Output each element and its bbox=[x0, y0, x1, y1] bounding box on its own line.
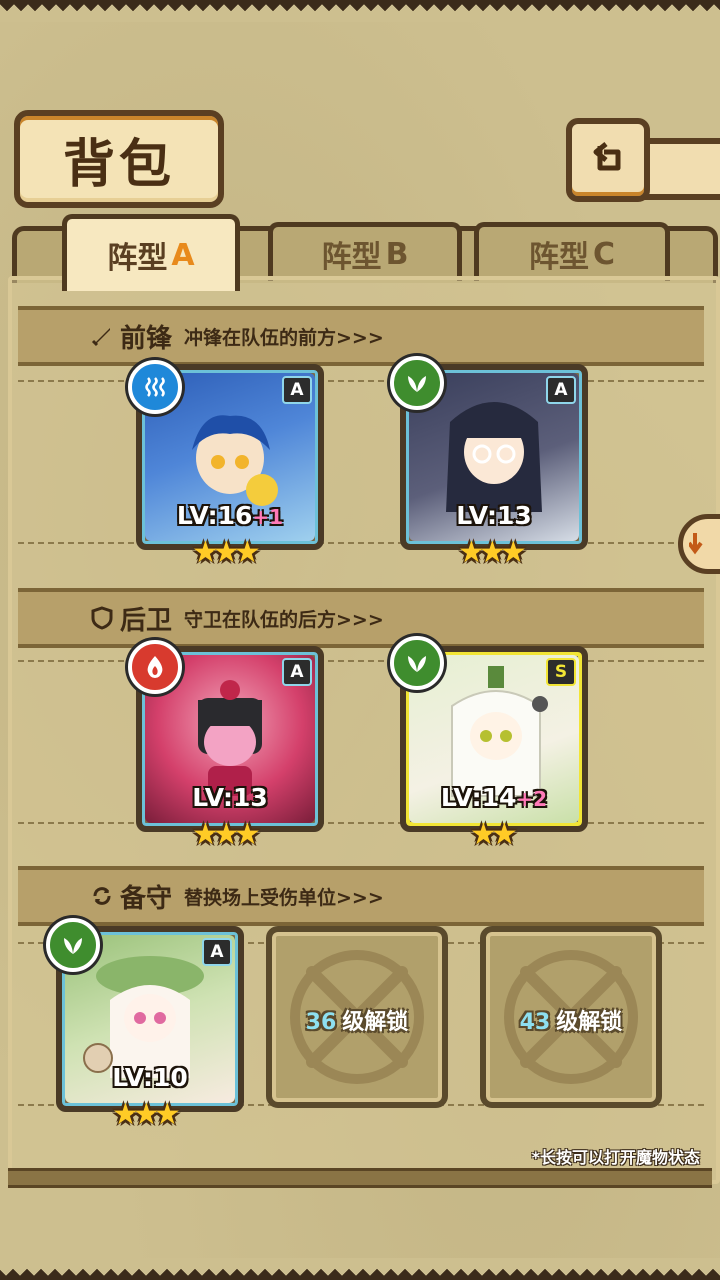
level-value: LV:13 bbox=[456, 501, 532, 530]
unlock-level: 36 bbox=[305, 1010, 337, 1035]
level-bonus: +1 bbox=[252, 505, 284, 529]
torn-edge-top bbox=[0, 0, 720, 22]
title-plate: 背包 bbox=[14, 110, 224, 208]
arrow-icon bbox=[689, 533, 703, 555]
section-subtitle: 守卫在队伍的后方>>> bbox=[184, 608, 384, 631]
tab-formation-a[interactable]: 阵型 A bbox=[62, 214, 240, 291]
back-button[interactable] bbox=[566, 118, 650, 202]
torn-edge-bottom bbox=[0, 1258, 720, 1280]
section-subtitle: 冲锋在队伍的前方>>> bbox=[184, 326, 384, 349]
unit-level: LV:13 bbox=[406, 501, 582, 530]
level-value: LV:14 bbox=[440, 783, 517, 812]
star-rating: ★ ★ bbox=[470, 820, 518, 850]
row-band-front bbox=[18, 380, 704, 544]
character-art bbox=[451, 666, 548, 797]
level-value: LV:16 bbox=[176, 501, 253, 530]
section-title: 前锋 bbox=[120, 323, 173, 354]
unlock-requirement: 43 级解锁 bbox=[486, 1004, 656, 1036]
star-icon: ★ bbox=[153, 1097, 181, 1132]
level-bonus: +2 bbox=[516, 787, 548, 811]
tab-letter: C bbox=[592, 236, 616, 272]
character-art bbox=[446, 402, 542, 512]
panel-bottom-bar bbox=[8, 1168, 712, 1188]
tab-formation-c[interactable]: 阵型 C bbox=[474, 222, 670, 281]
tab-formation-b[interactable]: 阵型 B bbox=[268, 222, 462, 281]
character-art bbox=[192, 415, 278, 506]
level-value: LV:13 bbox=[192, 783, 268, 812]
unlock-requirement: 36 级解锁 bbox=[272, 1004, 442, 1036]
tab-letter: B bbox=[385, 236, 409, 272]
grass-element-icon bbox=[390, 636, 444, 690]
return-arrow-icon bbox=[593, 142, 621, 171]
tab-label: 阵型 bbox=[107, 241, 168, 276]
shield-icon bbox=[90, 606, 114, 630]
rank-badge: A bbox=[202, 938, 232, 966]
water-element-icon bbox=[128, 360, 182, 414]
star-rating: ★ ★ ★ bbox=[192, 538, 261, 568]
character-art bbox=[83, 956, 204, 1078]
tab-letter: A bbox=[171, 237, 195, 273]
rank-badge: A bbox=[282, 376, 312, 404]
section-header-back: 后卫 守卫在队伍的后方>>> bbox=[18, 588, 704, 648]
grass-element-icon bbox=[46, 918, 100, 972]
section-title: 后卫 bbox=[120, 605, 173, 636]
section-title: 备守 bbox=[120, 883, 173, 914]
unit-level: LV:16+1 bbox=[142, 501, 318, 530]
star-rating: ★ ★ ★ bbox=[192, 820, 261, 850]
back-button-rail bbox=[640, 138, 720, 200]
sword-icon bbox=[90, 324, 114, 348]
tab-label: 阵型 bbox=[528, 240, 589, 275]
unlock-label: 级解锁 bbox=[556, 1010, 623, 1035]
grass-element-icon bbox=[390, 356, 444, 410]
page-title: 背包 bbox=[62, 133, 175, 195]
locked-slot-2[interactable]: 43 级解锁 bbox=[480, 926, 662, 1108]
locked-slot-1[interactable]: 36 级解锁 bbox=[266, 926, 448, 1108]
section-subtitle: 替换场上受伤单位>>> bbox=[184, 886, 384, 909]
section-header-front: 前锋 冲锋在队伍的前方>>> bbox=[18, 306, 704, 366]
unlock-level: 43 bbox=[519, 1010, 551, 1035]
unit-level: LV:13 bbox=[142, 783, 318, 812]
star-rating: ★ ★ ★ bbox=[458, 538, 527, 568]
fire-element-icon bbox=[128, 640, 182, 694]
unit-level: LV:10 bbox=[62, 1063, 238, 1092]
star-icon: ★ bbox=[499, 535, 527, 570]
rank-badge: S bbox=[546, 658, 576, 686]
swap-icon bbox=[90, 884, 114, 908]
formation-screen: 背包 阵型 A 阵型 B 阵型 C 前锋 冲锋在队伍的前方>>> A LV:16… bbox=[0, 0, 720, 1280]
star-rating: ★ ★ ★ bbox=[112, 1100, 181, 1130]
row-band-back bbox=[18, 660, 704, 824]
rank-badge: A bbox=[282, 658, 312, 686]
section-header-reserve: 备守 替换场上受伤单位>>> bbox=[18, 866, 704, 926]
star-icon: ★ bbox=[233, 817, 261, 852]
unit-level: LV:14+2 bbox=[406, 783, 582, 812]
unlock-label: 级解锁 bbox=[342, 1010, 409, 1035]
star-icon: ★ bbox=[233, 535, 261, 570]
star-icon: ★ bbox=[490, 817, 518, 852]
tab-label: 阵型 bbox=[321, 240, 382, 275]
character-art bbox=[198, 680, 262, 796]
level-value: LV:10 bbox=[112, 1063, 188, 1092]
hint-text: *长按可以打开魔物状态 bbox=[531, 1148, 700, 1167]
rank-badge: A bbox=[546, 376, 576, 404]
